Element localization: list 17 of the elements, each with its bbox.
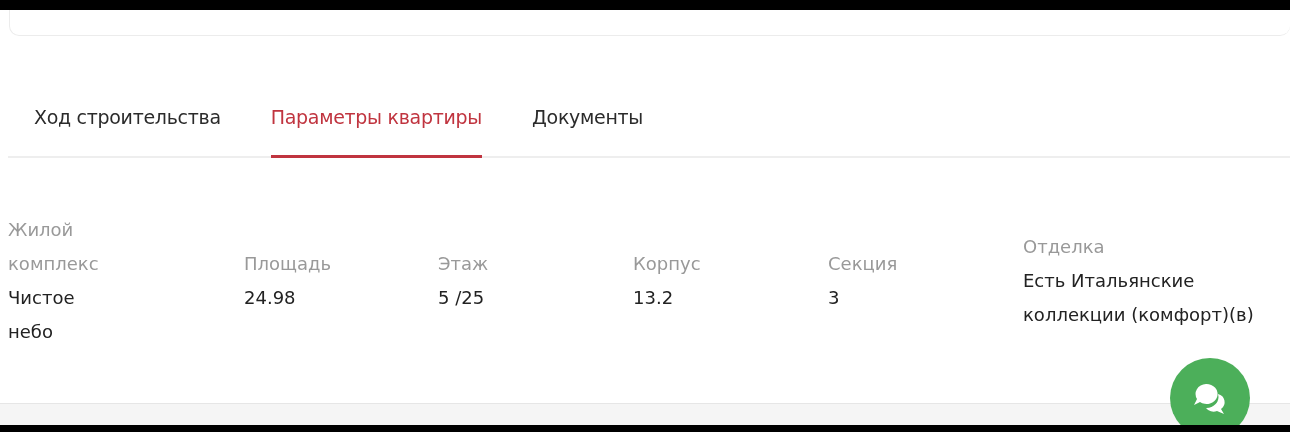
parameter-label: Площадь [244, 251, 333, 276]
chat-button[interactable] [1170, 358, 1250, 425]
parameter-label: Корпус [633, 251, 702, 276]
parameter-value: 3 [828, 285, 841, 310]
parameter-value: Есть Итальянские коллекции (комфорт)(в) [1023, 268, 1255, 327]
tab[interactable]: Документы [532, 80, 644, 158]
parameter-value: Чистое небо [8, 285, 76, 344]
parameter-value: 24.98 [244, 285, 297, 310]
tab[interactable]: Ход строительства [34, 80, 221, 158]
parameter-label: Жилой комплекс [8, 217, 100, 276]
parameter-label: Секция [828, 251, 899, 276]
tab[interactable]: Параметры квартиры [270, 80, 482, 158]
parameter-label: Отделка [1023, 234, 1106, 259]
parameter-value: 5 /25 [438, 285, 486, 310]
chat-bubbles-icon [1192, 381, 1228, 416]
parameter-label: Этаж [438, 251, 490, 276]
parameter-value: 13.2 [633, 285, 675, 310]
